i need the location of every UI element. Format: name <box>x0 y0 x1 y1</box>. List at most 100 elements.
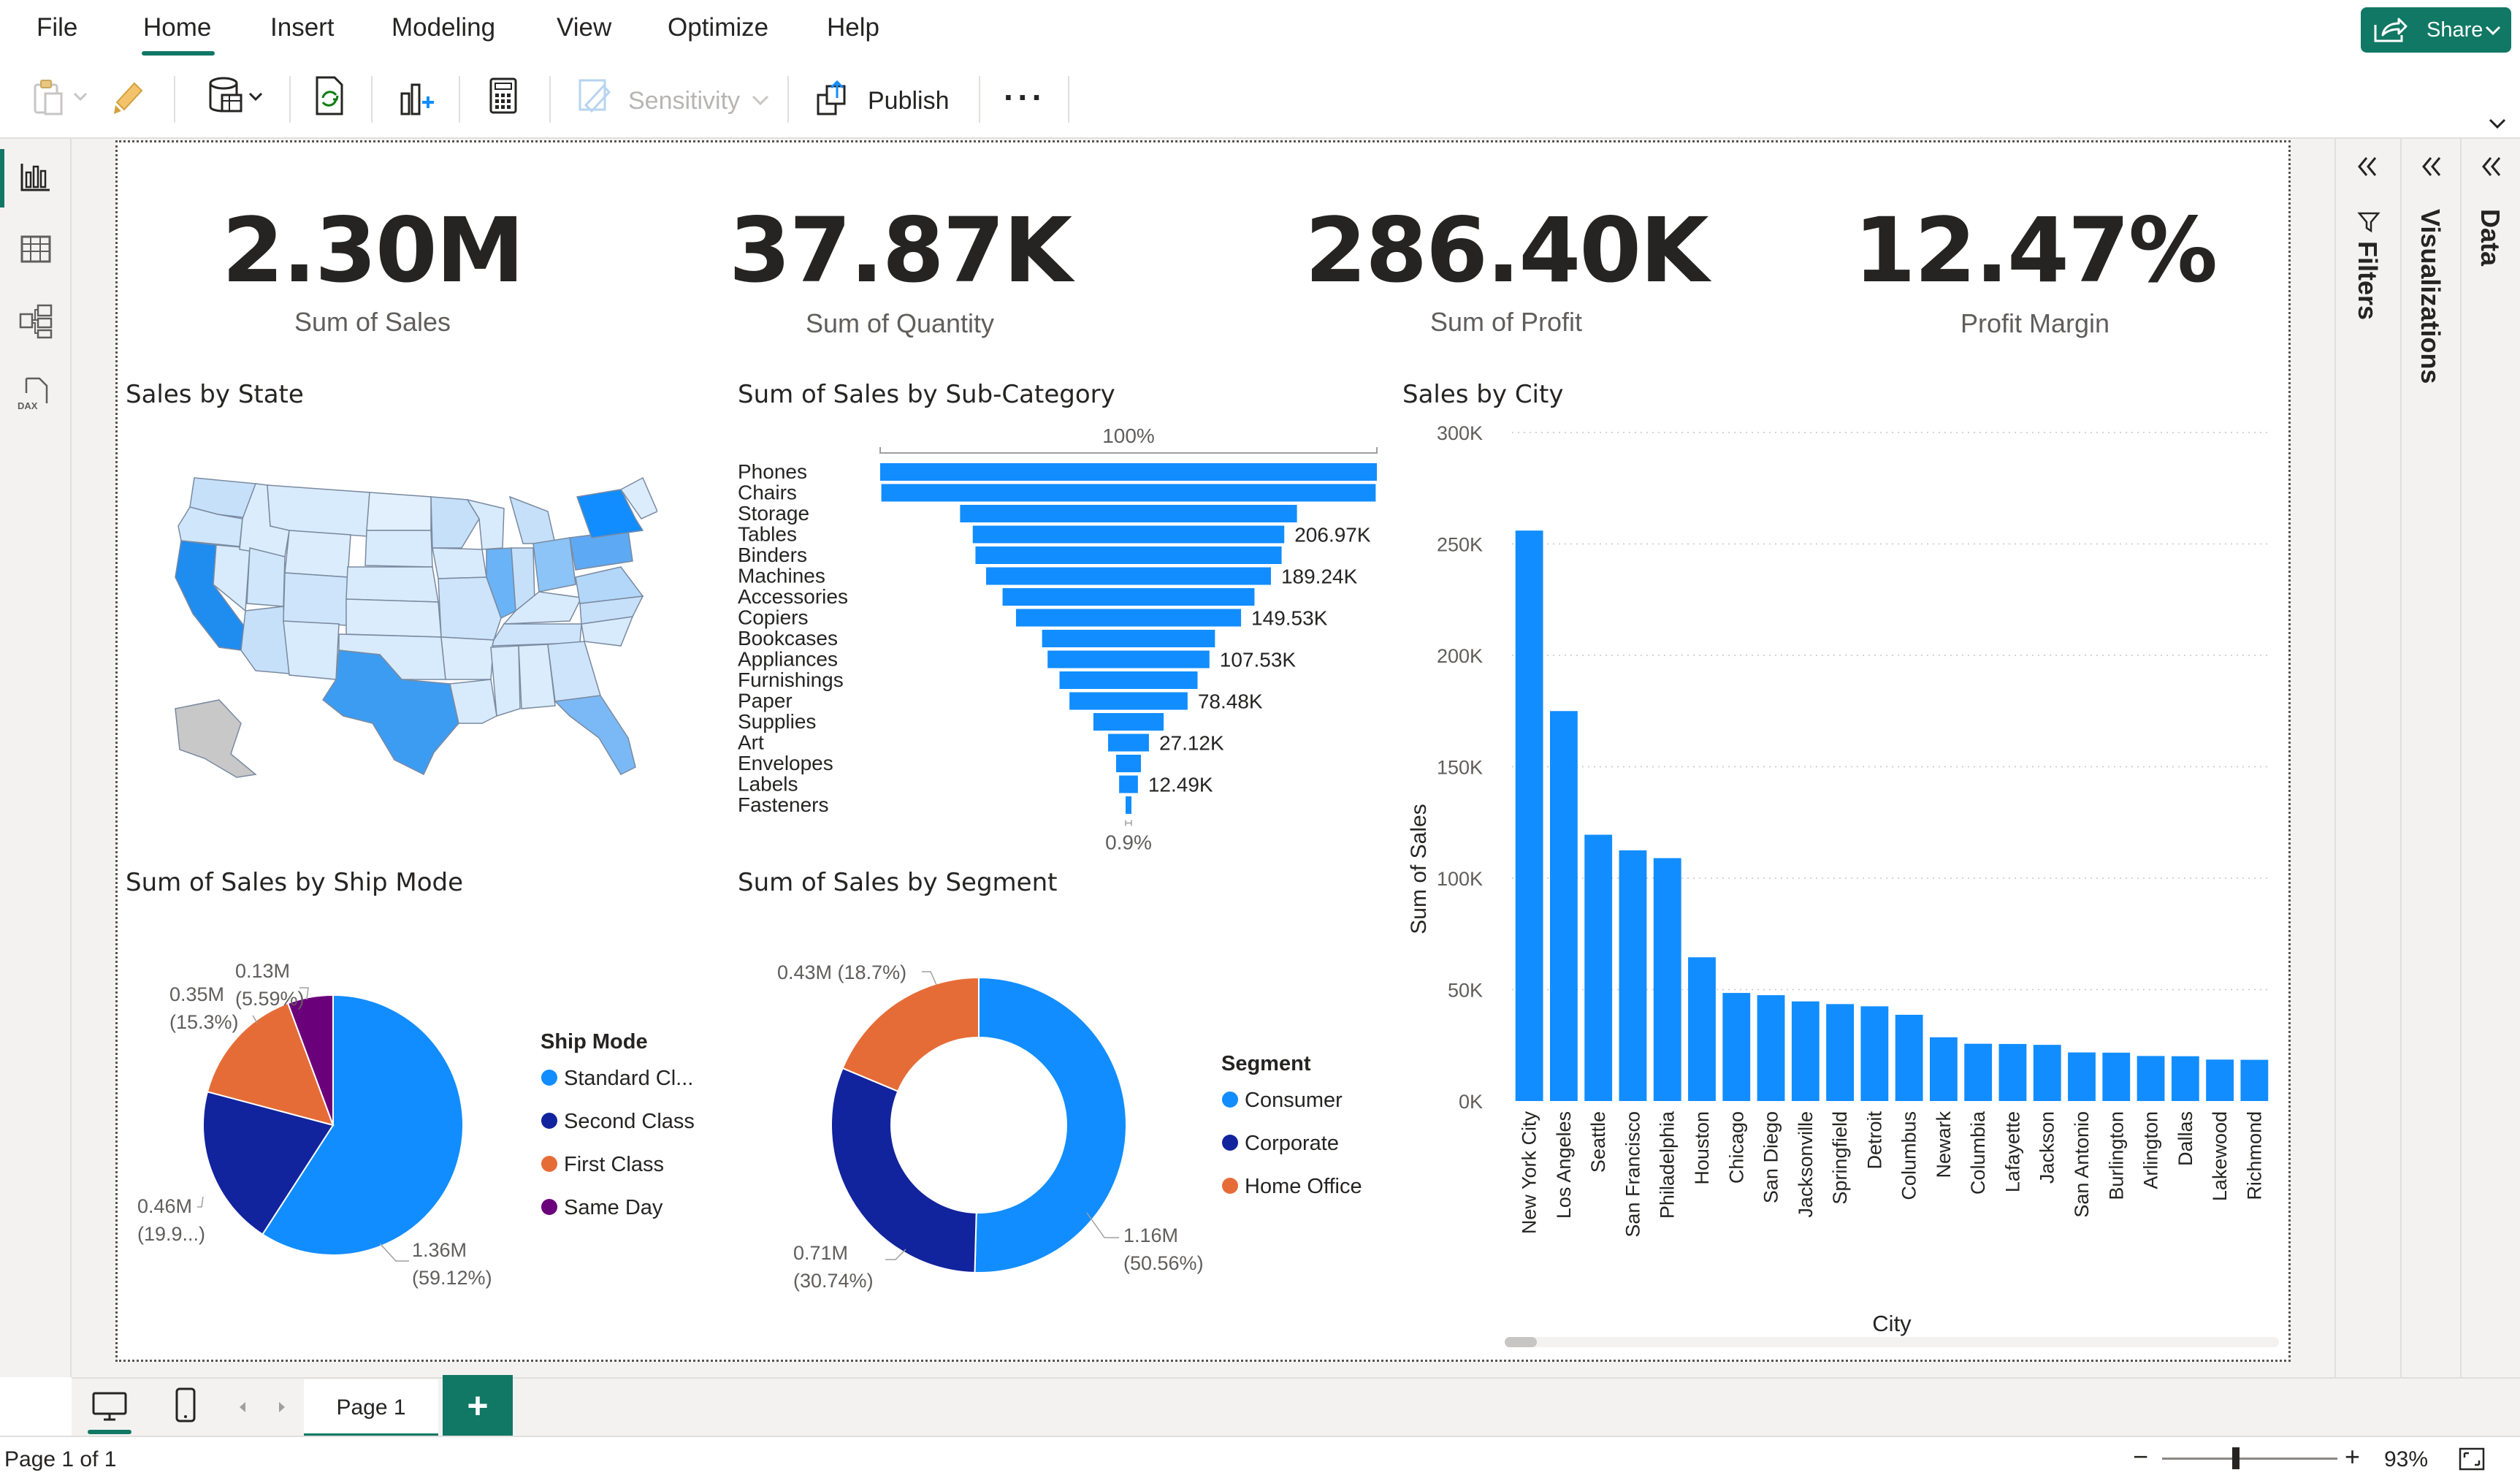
zoom-slider-track[interactable] <box>2162 1458 2337 1460</box>
page-navigation-bar <box>72 1377 2520 1436</box>
city-bar <box>1895 1014 1923 1101</box>
report-view-icon[interactable] <box>16 156 56 196</box>
shipmode-pie-chart[interactable]: 1.36M (59.12%) 0.46M (19.9...) 0.35M (15.3%) 0… <box>117 906 730 1344</box>
city-x-axis-label: City <box>1872 1311 1912 1336</box>
city-x-tick: Springfield <box>1829 1111 1851 1205</box>
paste-button[interactable] <box>29 73 95 120</box>
refresh-icon <box>316 76 343 115</box>
dax-query-view-icon[interactable]: DAX <box>16 374 56 414</box>
funnel-category-label: Chairs <box>738 481 797 504</box>
layout-active-indicator <box>88 1430 131 1434</box>
funnel-category-label: Storage <box>738 502 809 525</box>
kpi-profit-value[interactable]: 286.40K <box>1287 199 1725 302</box>
collapse-filters-icon[interactable] <box>2352 152 2381 181</box>
map-state-alaska <box>175 699 257 778</box>
fit-to-page-icon[interactable] <box>2457 1444 2486 1474</box>
pie-leader-line <box>379 1243 409 1262</box>
funnel-bar <box>1015 609 1242 627</box>
visualizations-pane[interactable]: Visualizations <box>2400 139 2460 1377</box>
get-data-button[interactable] <box>205 73 270 120</box>
collapse-visualizations-icon[interactable] <box>2416 152 2445 181</box>
publish-button[interactable] <box>812 73 853 120</box>
desktop-layout-icon[interactable] <box>89 1389 130 1425</box>
funnel-data-label: 12.49K <box>1148 774 1213 796</box>
city-x-tick: Lafayette <box>2001 1111 2023 1192</box>
city-bar <box>2206 1059 2234 1101</box>
legend-marker <box>541 1199 557 1215</box>
zoom-slider-thumb[interactable] <box>2232 1447 2240 1469</box>
legend-marker <box>541 1113 557 1129</box>
status-bar: Page 1 of 1 − + 93% <box>0 1436 2520 1478</box>
data-label[interactable]: Data <box>2475 209 2505 266</box>
city-x-tick: Philadelphia <box>1657 1111 1679 1219</box>
city-bar <box>1826 1004 1854 1101</box>
us-filled-map[interactable] <box>161 468 657 782</box>
kpi-sales-value[interactable]: 2.30M <box>190 199 555 302</box>
page-tab-1[interactable]: Page 1 <box>304 1379 438 1438</box>
zoom-out-button[interactable]: − <box>2133 1441 2148 1472</box>
menu-home[interactable]: Home <box>143 13 211 42</box>
funnel-bar <box>880 463 1377 481</box>
refresh-button[interactable] <box>310 73 351 120</box>
funnel-category-label: Machines <box>738 565 825 587</box>
city-x-tick: Columbus <box>1898 1111 1920 1200</box>
legend-item: Same Day <box>564 1196 663 1219</box>
city-chart-title: Sales by City <box>1402 380 1564 409</box>
filters-label[interactable]: Filters <box>2352 241 2383 320</box>
ribbon-collapse-icon[interactable] <box>2486 113 2508 134</box>
city-bar <box>1757 995 1785 1101</box>
mobile-layout-icon[interactable] <box>171 1386 200 1427</box>
segment-donut-chart[interactable]: 1.16M (50.56%) 0.71M (30.74%) 0.43M (18.7%) S… <box>730 906 1388 1344</box>
collapse-data-icon[interactable] <box>2476 152 2505 181</box>
new-visual-button[interactable] <box>394 73 435 120</box>
menu-modeling[interactable]: Modeling <box>392 13 495 42</box>
map-state-michigan <box>508 495 556 544</box>
add-page-button[interactable]: + <box>443 1375 513 1439</box>
filters-pane[interactable]: Filters <box>2334 139 2400 1377</box>
city-scrollbar-track <box>1505 1337 2279 1347</box>
funnel-chart[interactable]: 100% PhonesChairsStorageTables 206.97K Bind… <box>730 416 1388 862</box>
data-pane[interactable]: Data <box>2460 139 2520 1377</box>
next-page-icon[interactable] <box>270 1396 292 1418</box>
city-bar-chart[interactable]: 0K 50K 100K 150K 200K 250K 300K New York City Lo… <box>1388 409 2294 1359</box>
sensitivity-button[interactable] <box>574 73 618 120</box>
previous-page-icon[interactable] <box>232 1396 254 1418</box>
chevron-down-icon[interactable] <box>749 89 771 111</box>
new-measure-button[interactable] <box>484 73 524 120</box>
map-state-georgia <box>547 641 601 702</box>
city-y-tick: 200K <box>1437 645 1483 667</box>
model-view-icon[interactable] <box>16 301 56 340</box>
more-options-button[interactable]: ··· <box>1004 77 1046 117</box>
zoom-in-button[interactable]: + <box>2345 1441 2360 1472</box>
menu-optimize[interactable]: Optimize <box>668 13 768 42</box>
city-x-tick: Seattle <box>1587 1111 1609 1173</box>
city-bar <box>1998 1043 2027 1101</box>
active-tab-indicator <box>142 51 215 56</box>
menu-view[interactable]: View <box>557 13 611 42</box>
menu-bar: File Home Insert Modeling View Optimize … <box>0 0 2520 60</box>
format-painter-button[interactable] <box>110 73 150 120</box>
funnel-bottom-label: 0.9% <box>1105 831 1152 854</box>
menu-insert[interactable]: Insert <box>270 13 335 42</box>
city-x-tick: San Antonio <box>2071 1111 2093 1218</box>
funnel-data-label: 27.12K <box>1159 732 1224 755</box>
legend-marker <box>1222 1178 1238 1194</box>
menu-file[interactable]: File <box>37 13 77 42</box>
city-bar <box>1722 993 1751 1101</box>
map-state-colorado <box>283 572 348 626</box>
kpi-quantity-value[interactable]: 37.87K <box>681 199 1119 302</box>
visualizations-label[interactable]: Visualizations <box>2415 209 2445 384</box>
table-view-icon[interactable] <box>16 229 56 269</box>
funnel-top-bracket <box>879 447 1378 454</box>
funnel-category-label: Binders <box>738 544 807 566</box>
kpi-margin-value[interactable]: 12.47% <box>1816 199 2254 302</box>
map-state-montana <box>267 484 370 537</box>
menu-help[interactable]: Help <box>827 13 879 42</box>
funnel-data-label: 107.53K <box>1220 649 1297 671</box>
publish-label[interactable]: Publish <box>868 87 950 115</box>
funnel-title: Sum of Sales by Sub-Category <box>738 380 1115 409</box>
share-button[interactable]: Share <box>2361 7 2511 53</box>
funnel-category-label: Supplies <box>738 710 816 733</box>
city-x-tick: Houston <box>1691 1111 1713 1185</box>
shipmode-chart-title: Sum of Sales by Ship Mode <box>126 868 464 897</box>
